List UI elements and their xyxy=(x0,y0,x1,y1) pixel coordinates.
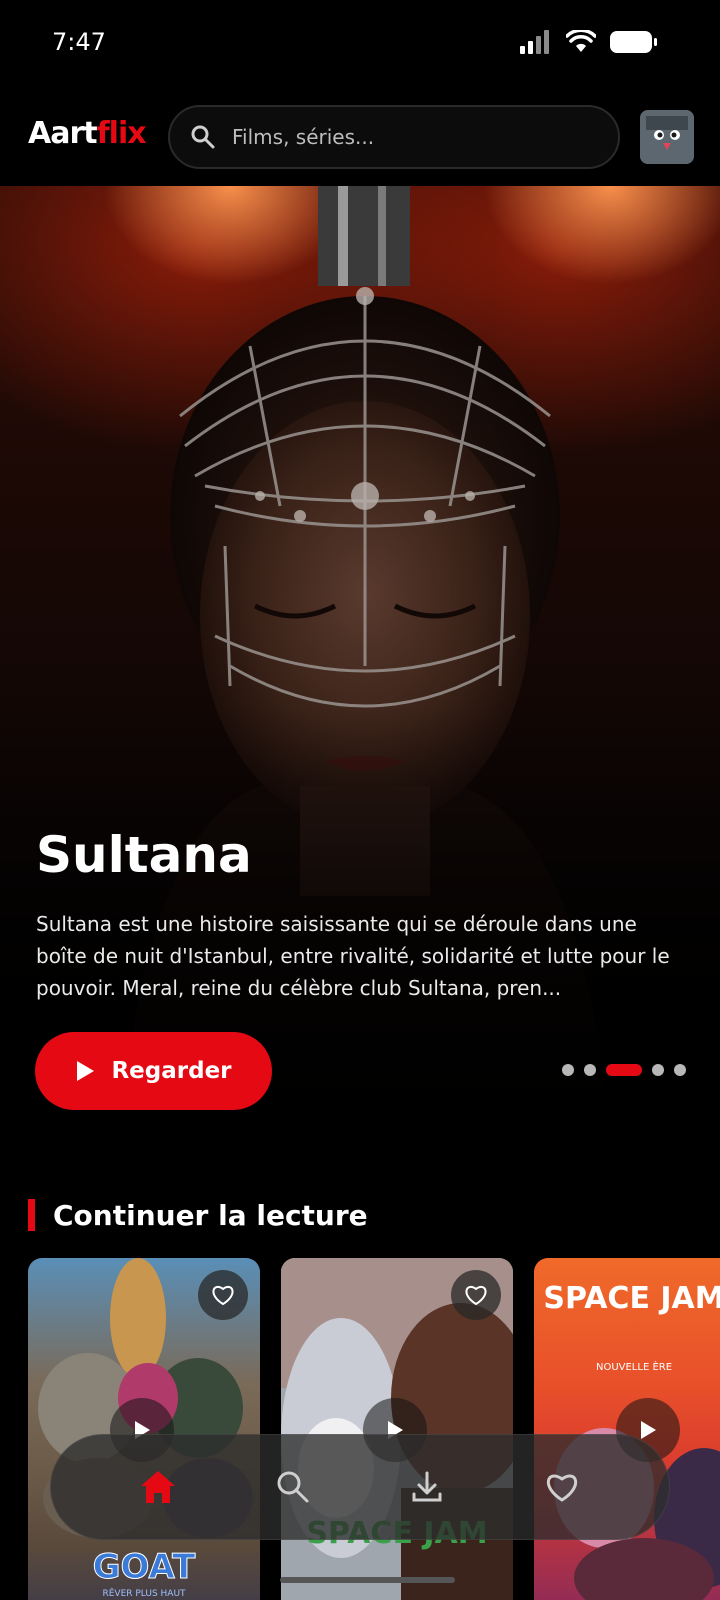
hero-title: Sultana xyxy=(36,826,252,884)
play-icon xyxy=(641,1421,656,1439)
poster-subtext: RÊVER PLUS HAUT xyxy=(102,1587,186,1599)
heart-icon xyxy=(212,1285,234,1306)
app-header: Aartflix xyxy=(0,90,720,186)
status-icons xyxy=(520,30,658,54)
movie-card[interactable]: SPACE JAM xyxy=(281,1258,513,1600)
poster-text: GOAT xyxy=(93,1547,197,1587)
carousel-indicator xyxy=(562,1064,686,1076)
play-icon xyxy=(77,1061,95,1081)
search-icon xyxy=(277,1471,309,1503)
battery-icon xyxy=(610,31,657,53)
carousel-dot[interactable] xyxy=(674,1064,686,1076)
continue-watching-row: GOAT RÊVER PLUS HAUT SPACE JAM SPACE JAM xyxy=(0,1258,720,1600)
wifi-icon xyxy=(566,30,596,52)
heart-icon xyxy=(546,1474,577,1502)
heart-icon xyxy=(465,1285,487,1306)
hero-description: Sultana est une histoire saisissante qui… xyxy=(36,912,670,1000)
poster-text: SPACE JAM xyxy=(543,1281,720,1316)
logo-part1: Aart xyxy=(28,116,98,151)
download-icon xyxy=(412,1471,442,1502)
carousel-dot[interactable] xyxy=(584,1064,596,1076)
section-title: Continuer la lecture xyxy=(53,1198,368,1232)
nav-search[interactable] xyxy=(263,1457,323,1517)
status-bar: 7:47 xyxy=(0,0,720,90)
section-header: Continuer la lecture xyxy=(28,1198,368,1232)
home-indicator xyxy=(280,1577,455,1583)
avatar[interactable] xyxy=(640,110,694,164)
carousel-dot-active[interactable] xyxy=(606,1064,642,1076)
watch-button-label: Regarder xyxy=(111,1058,232,1084)
movie-card[interactable]: GOAT RÊVER PLUS HAUT xyxy=(28,1258,260,1600)
search-input[interactable] xyxy=(232,125,592,149)
carousel-dot[interactable] xyxy=(652,1064,664,1076)
section-accent-bar xyxy=(28,1199,35,1231)
favorite-button[interactable] xyxy=(451,1270,501,1320)
signal-icon xyxy=(520,30,549,54)
nav-home[interactable] xyxy=(128,1457,188,1517)
nav-downloads[interactable] xyxy=(397,1457,457,1517)
status-time: 7:47 xyxy=(52,28,106,56)
bottom-navigation xyxy=(50,1434,670,1540)
avatar-face-icon xyxy=(640,110,694,164)
home-icon xyxy=(141,1471,176,1503)
favorite-button[interactable] xyxy=(198,1270,248,1320)
logo-part2: flix xyxy=(96,116,147,151)
search-icon xyxy=(191,125,215,149)
nav-favorites[interactable] xyxy=(532,1457,592,1517)
movie-card[interactable]: SPACE JAM NOUVELLE ÈRE xyxy=(534,1258,720,1600)
app-logo[interactable]: Aartflix xyxy=(28,116,147,151)
poster-subtext: NOUVELLE ÈRE xyxy=(596,1360,672,1373)
carousel-dot[interactable] xyxy=(562,1064,574,1076)
hero-banner[interactable]: Sultana Sultana est une histoire saisiss… xyxy=(0,186,720,1126)
watch-button[interactable]: Regarder xyxy=(35,1032,272,1110)
search-bar[interactable] xyxy=(168,105,620,169)
